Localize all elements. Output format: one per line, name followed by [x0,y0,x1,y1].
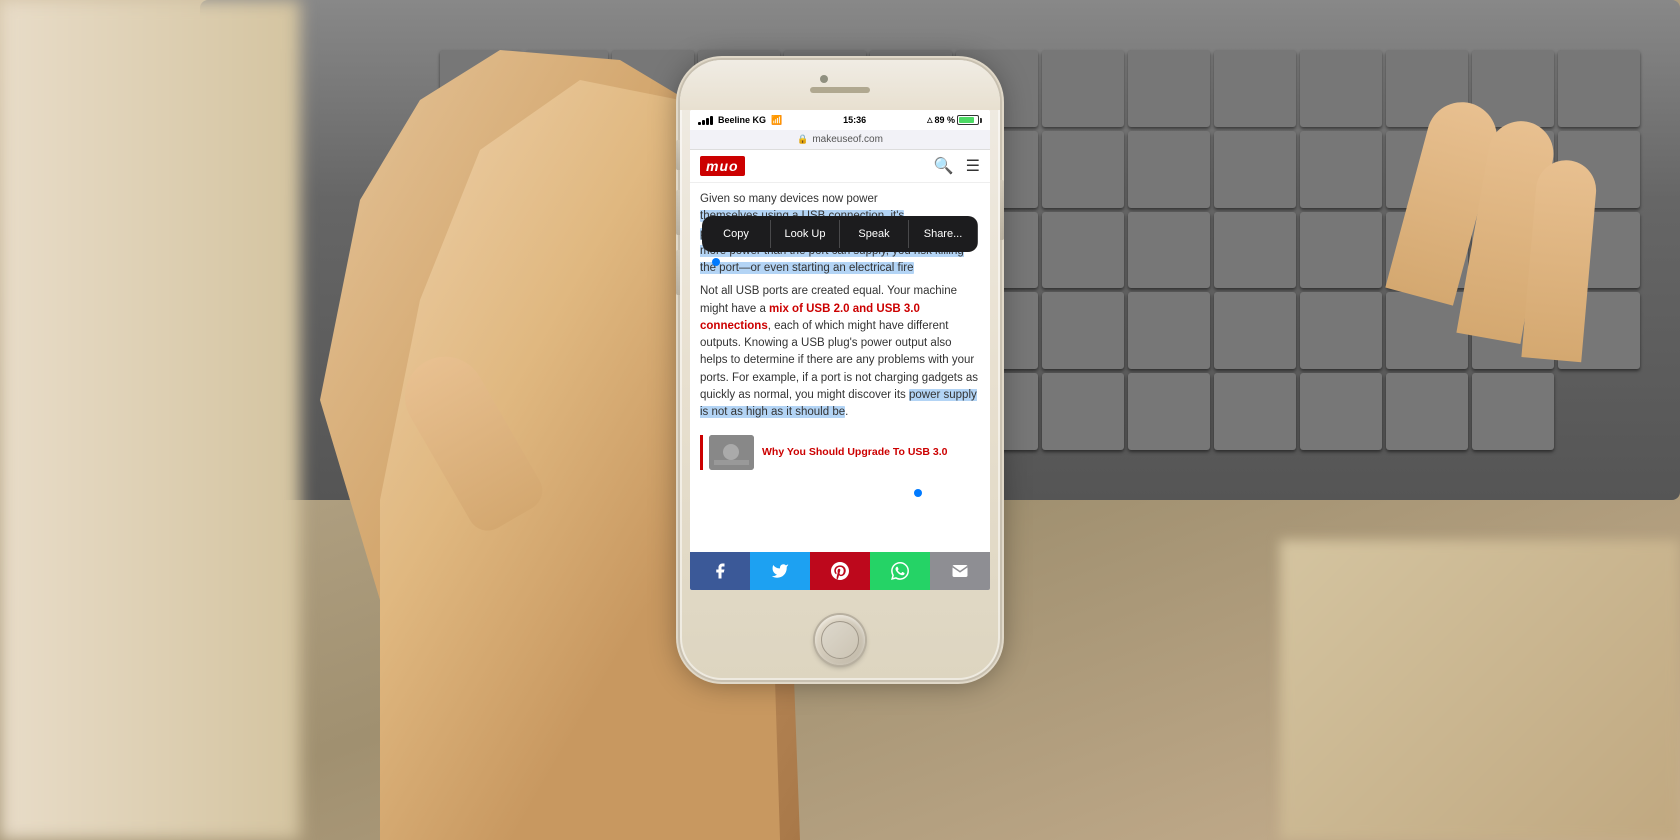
look-up-button[interactable]: Look Up [771,220,840,248]
battery-tip [980,118,982,123]
home-button-inner [821,621,859,659]
article-text-before-highlight: Given so many devices now power [700,193,878,205]
earpiece-speaker [810,87,870,93]
pinterest-share-button[interactable] [810,552,870,590]
share-bar [690,552,990,590]
volume-down-button[interactable] [676,250,680,295]
lock-icon: 🔒 [797,134,808,145]
email-share-button[interactable] [930,552,990,590]
signal-bar-4 [710,116,713,125]
facebook-share-button[interactable] [690,552,750,590]
selection-handle-end[interactable] [914,489,922,497]
copy-context-menu: Copy Look Up Speak Share... [702,216,978,252]
wifi-icon: 📶 [771,115,782,126]
status-right: △ 89 % [927,115,982,125]
battery-fill [959,117,974,123]
speak-button[interactable]: Speak [840,220,909,248]
menu-icon[interactable]: ☰ [966,156,980,176]
selection-handle-start[interactable] [712,258,720,266]
signal-bar-2 [702,120,705,125]
signal-bars [698,115,713,125]
location-icon: △ [927,116,932,124]
battery-indicator [957,115,982,125]
url-text: makeuseof.com [812,134,883,145]
iphone-wrapper: Beeline KG 📶 15:36 △ 89 % 🔒 [680,10,1000,830]
battery-percent: 89 % [934,115,955,125]
clock: 15:36 [843,115,866,125]
article-text-end: . [845,406,848,418]
power-button[interactable] [1000,180,1004,240]
iphone-bottom-area [680,615,1000,665]
volume-up-button[interactable] [676,190,680,235]
related-article-thumbnail [709,435,754,470]
whatsapp-share-button[interactable] [870,552,930,590]
iphone-top-bar [680,60,1000,110]
signal-bar-3 [706,118,709,125]
status-bar: Beeline KG 📶 15:36 △ 89 % [690,110,990,130]
home-button[interactable] [815,615,865,665]
nav-icons: 🔍 ☰ [934,156,980,176]
carrier-name: Beeline KG [718,115,766,125]
blur-left [0,0,300,840]
url-bar[interactable]: 🔒 makeuseof.com [690,130,990,150]
blur-bottom-right [1280,540,1680,840]
share-button[interactable]: Share... [909,220,978,248]
iphone-screen: Beeline KG 📶 15:36 △ 89 % 🔒 [690,110,990,590]
iphone-frame: Beeline KG 📶 15:36 △ 89 % 🔒 [680,60,1000,680]
muo-logo[interactable]: muo [700,156,745,176]
silent-switch[interactable] [676,140,680,170]
front-camera [820,75,828,83]
status-left: Beeline KG 📶 [698,115,782,126]
search-icon[interactable]: 🔍 [934,156,954,176]
battery-body [957,115,979,125]
twitter-share-button[interactable] [750,552,810,590]
signal-bar-1 [698,122,701,125]
copy-button[interactable]: Copy [702,220,771,248]
related-article-title[interactable]: Why You Should Upgrade To USB 3.0 [762,446,948,460]
related-article[interactable]: Why You Should Upgrade To USB 3.0 [700,435,980,470]
article-paragraph-2: Not all USB ports are created equal. You… [700,283,980,421]
nav-bar: muo 🔍 ☰ [690,150,990,183]
